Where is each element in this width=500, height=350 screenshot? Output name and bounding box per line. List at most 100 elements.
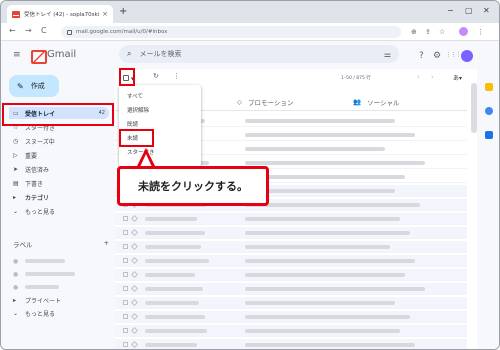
sidebar-label-item[interactable]: ● (9, 255, 109, 267)
sidebar-item-more[interactable]: ⌄ もっと見る (9, 205, 109, 217)
list-item[interactable] (115, 339, 467, 349)
sidebar-item-sent[interactable]: ➤ 送信済み (9, 163, 109, 175)
help-icon[interactable]: ? (419, 51, 424, 61)
url-field[interactable]: mail.google.com/mail/u/0/#inbox (61, 26, 401, 38)
window-close-icon[interactable]: ✕ (483, 6, 490, 15)
star-icon[interactable] (130, 256, 139, 265)
input-tools-button[interactable]: あ▾ (453, 73, 462, 82)
sidebar-item-label: 下書き (25, 180, 44, 188)
tab-promotions[interactable]: ◇ プロモーション (237, 97, 293, 107)
compose-label: 作成 (30, 82, 45, 90)
sidebar-item-label: もっと見る (25, 208, 56, 216)
row-checkbox[interactable] (123, 244, 128, 249)
select-starred-item[interactable]: スター付き (119, 145, 201, 159)
tab-close-icon[interactable]: × (102, 10, 108, 18)
star-icon[interactable] (130, 228, 139, 237)
browser-tab-bar: 受信トレイ (42) - sopla70ski33@... × + − ▢ ✕ (1, 1, 499, 23)
list-item[interactable] (115, 241, 467, 253)
row-checkbox[interactable] (123, 230, 128, 235)
new-tab-button[interactable]: + (119, 6, 127, 17)
contacts-icon[interactable] (485, 131, 493, 139)
avatar[interactable] (461, 50, 473, 62)
star-icon[interactable] (130, 242, 139, 251)
sidebar-item-drafts[interactable]: ▤ 下書き (9, 177, 109, 189)
labels-header: ラベル + (13, 239, 109, 249)
maximize-icon[interactable]: ▢ (465, 6, 473, 15)
row-checkbox[interactable] (123, 286, 128, 291)
list-item[interactable] (115, 297, 467, 309)
row-checkbox[interactable] (123, 216, 128, 221)
sidebar-item-snoozed[interactable]: ◷ スヌーズ中 (9, 135, 109, 147)
search-input[interactable]: メールを検索 (139, 49, 383, 59)
list-item[interactable] (115, 213, 467, 225)
back-icon[interactable]: ← (9, 26, 16, 35)
tab-social[interactable]: 👥 ソーシャル (353, 97, 399, 107)
sidebar-item-important[interactable]: ▷ 重要 (9, 149, 109, 161)
star-icon[interactable] (130, 298, 139, 307)
star-icon[interactable] (130, 340, 139, 349)
row-checkbox[interactable] (123, 342, 128, 347)
install-icon[interactable]: ⊕ (411, 28, 417, 36)
sidebar-label-more[interactable]: ⌄ もっと見る (9, 307, 109, 319)
select-none-item[interactable]: 選択解除 (119, 103, 201, 117)
browser-tab[interactable]: 受信トレイ (42) - sopla70ski33@... × (7, 5, 113, 23)
sidebar-label-item[interactable]: ● (9, 281, 109, 293)
star-icon[interactable] (130, 312, 139, 321)
gmail-header: ≡ Gmail ⌕ メールを検索 ⚌ ? ⚙ ⋮⋮⋮ (1, 41, 499, 69)
list-item[interactable] (115, 311, 467, 323)
sidebar-item-categories[interactable]: ▸ カテゴリ (9, 191, 109, 203)
browser-menu-icon[interactable]: ⋮ (477, 28, 484, 36)
star-icon[interactable] (130, 214, 139, 223)
unread-highlight-box (119, 129, 154, 147)
label-icon: ● (13, 257, 19, 265)
reload-icon[interactable]: C (41, 26, 47, 35)
row-checkbox[interactable] (123, 328, 128, 333)
sidebar-item-label: もっと見る (25, 310, 56, 318)
refresh-icon[interactable]: ↻ (153, 72, 159, 80)
compose-button[interactable]: ✎ 作成 (9, 75, 59, 97)
sidebar-label-item[interactable]: ● (9, 268, 109, 280)
lock-icon (67, 29, 72, 35)
minimize-icon[interactable]: − (447, 6, 454, 15)
tasks-icon[interactable] (485, 107, 493, 115)
tag-icon: ◇ (237, 98, 242, 106)
search-bar[interactable]: ⌕ メールを検索 ⚌ (119, 45, 399, 63)
main-menu-icon[interactable]: ≡ (13, 50, 21, 60)
send-icon: ➤ (13, 165, 19, 173)
share-icon[interactable]: ⇪ (425, 28, 431, 36)
sidebar-label-private[interactable]: ▸ プライベート (9, 294, 109, 306)
select-all-item[interactable]: すべて (119, 89, 201, 103)
settings-icon[interactable]: ⚙ (433, 51, 441, 61)
people-icon: 👥 (353, 98, 362, 106)
draft-icon: ▤ (13, 179, 19, 187)
sidebar-item-label: 重要 (25, 152, 38, 160)
checkbox-highlight-box (119, 68, 135, 86)
star-icon[interactable] (130, 270, 139, 279)
pager-text: 1–50 / 875 行 (341, 76, 371, 81)
apps-icon[interactable]: ⋮⋮⋮ (446, 52, 461, 58)
row-checkbox[interactable] (123, 272, 128, 277)
list-item[interactable] (115, 283, 467, 295)
list-item[interactable] (115, 255, 467, 267)
search-icon[interactable]: ⌕ (127, 49, 131, 59)
gmail-logo[interactable]: Gmail (31, 49, 76, 64)
labels-heading: ラベル (13, 241, 33, 249)
row-checkbox[interactable] (123, 314, 128, 319)
keep-icon[interactable] (485, 83, 493, 91)
chevron-down-icon: ⌄ (13, 207, 19, 215)
forward-icon[interactable]: → (25, 26, 32, 35)
row-checkbox[interactable] (123, 258, 128, 263)
list-item[interactable] (115, 325, 467, 337)
search-options-icon[interactable]: ⚌ (384, 50, 391, 59)
bookmark-icon[interactable]: ☆ (439, 28, 445, 36)
list-item[interactable] (115, 227, 467, 239)
list-item[interactable] (115, 269, 467, 281)
more-icon[interactable]: ⋮ (173, 72, 180, 80)
row-checkbox[interactable] (123, 300, 128, 305)
add-label-button[interactable]: + (104, 239, 109, 249)
profile-icon[interactable] (459, 27, 468, 36)
prev-page-icon[interactable]: ‹ (417, 73, 420, 81)
star-icon[interactable] (130, 284, 139, 293)
next-page-icon[interactable]: › (431, 73, 434, 81)
star-icon[interactable] (130, 326, 139, 335)
